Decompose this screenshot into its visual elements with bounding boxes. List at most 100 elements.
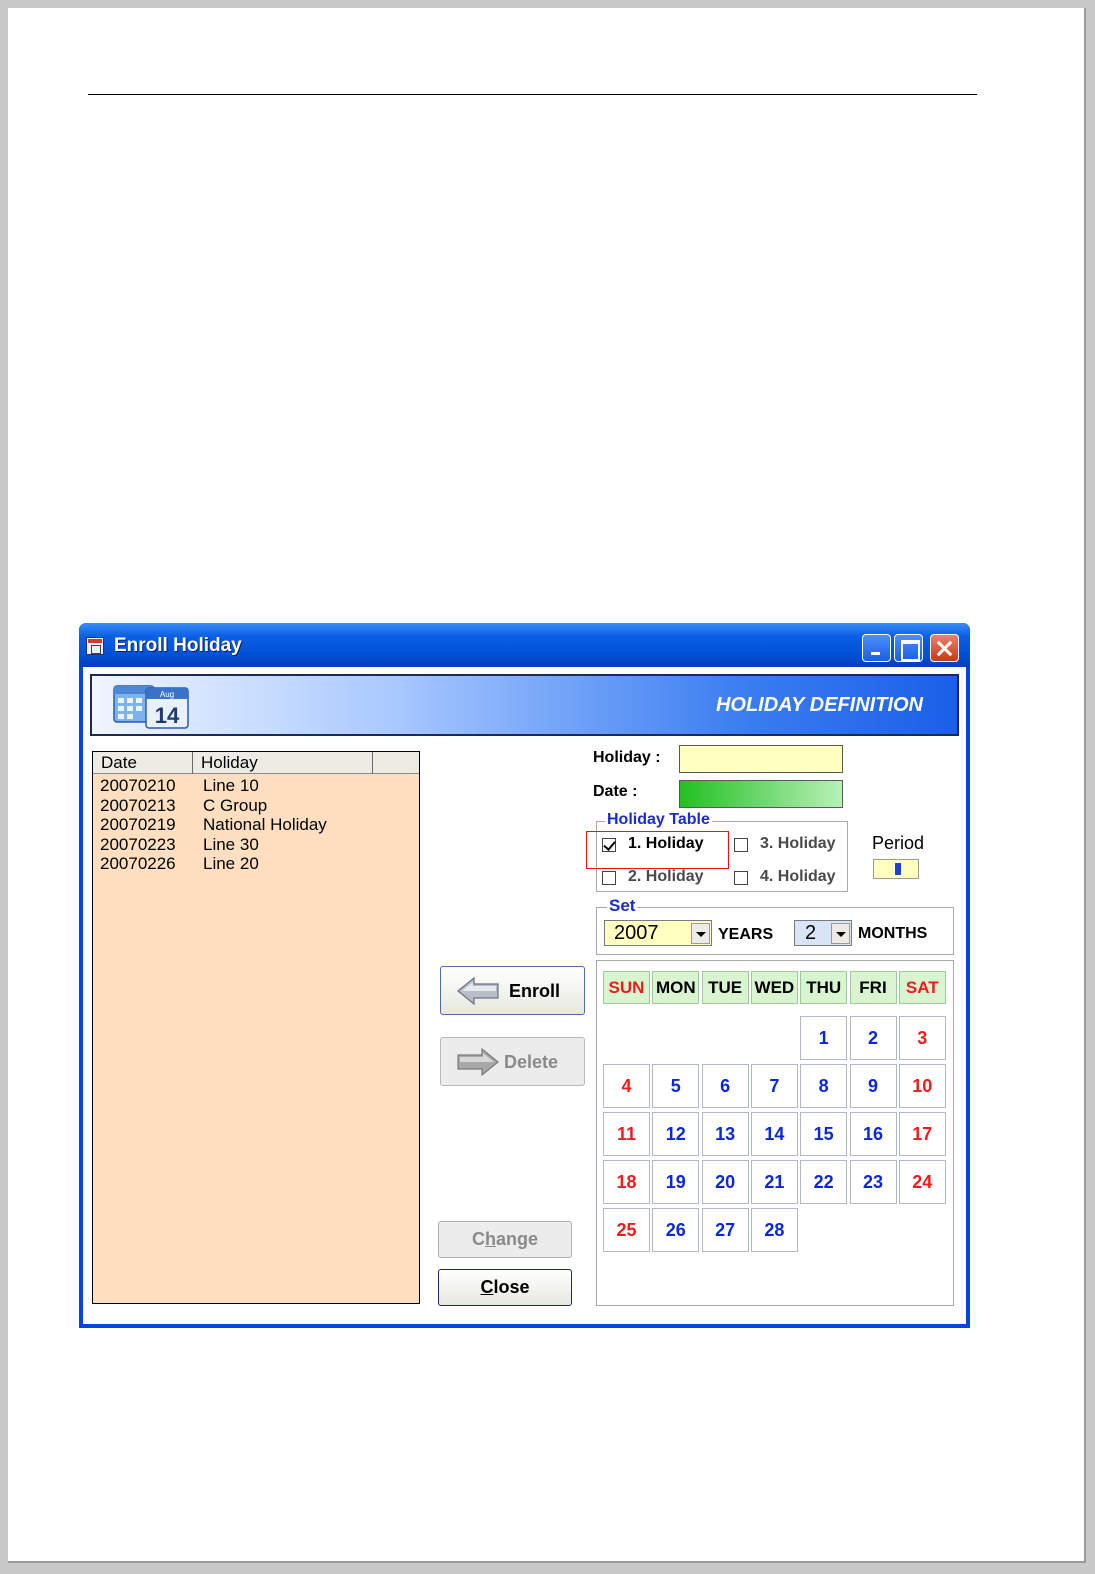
svg-text:Aug: Aug	[160, 690, 174, 699]
holiday-2-label: 2. Holiday	[628, 868, 704, 885]
list-item[interactable]: 20070213 C Group	[93, 796, 419, 816]
holiday-list[interactable]: Date Holiday 20070210 Line 10 20070213 C Gr…	[92, 751, 420, 1304]
calendar-day[interactable]: 15	[800, 1112, 848, 1156]
day-header-wed: WED	[750, 971, 798, 1004]
holiday-2-checkbox[interactable]	[602, 871, 616, 885]
calendar-day[interactable]: 25	[603, 1208, 650, 1252]
calendar-day[interactable]: 8	[800, 1064, 848, 1108]
maximize-button[interactable]	[894, 634, 923, 662]
list-item[interactable]: 20070223 Line 30	[93, 835, 419, 855]
month-dropdown-arrow-icon[interactable]	[831, 923, 850, 944]
svg-text:14: 14	[155, 703, 180, 728]
day-header-sat: SAT	[898, 971, 946, 1004]
calendar-day[interactable]: 26	[652, 1208, 700, 1252]
calendar-day[interactable]: 24	[898, 1160, 946, 1204]
calendar-day[interactable]: 16	[849, 1112, 897, 1156]
day-header-mon: MON	[652, 971, 700, 1004]
calendar-day[interactable]: 3	[898, 1016, 946, 1060]
calendar-day[interactable]: 11	[603, 1112, 650, 1156]
list-item-holiday: Line 30	[203, 834, 259, 854]
year-value: 2007	[614, 922, 659, 944]
page-header-rule	[88, 94, 977, 95]
delete-button-label: Delete	[504, 1052, 559, 1072]
calendar-day[interactable]: 22	[800, 1160, 848, 1204]
calendar-app-icon	[86, 637, 104, 655]
year-combobox[interactable]: 2007	[604, 920, 712, 946]
calendar-day[interactable]: 2	[849, 1016, 897, 1060]
calendar-day[interactable]: 12	[652, 1112, 700, 1156]
holiday-3-checkbox[interactable]	[734, 838, 748, 852]
calendar-day[interactable]: 6	[701, 1064, 749, 1108]
banner-title: HOLIDAY DEFINITION	[715, 694, 923, 716]
calendar-day[interactable]: 28	[750, 1208, 798, 1252]
delete-button[interactable]: Delete	[440, 1037, 585, 1086]
list-item-date: 20070213	[100, 795, 176, 815]
calendar-day[interactable]: 1	[800, 1016, 848, 1060]
calendar-day[interactable]: 23	[849, 1160, 897, 1204]
day-header-thu: THU	[800, 971, 848, 1004]
calendar-day[interactable]: 17	[898, 1112, 946, 1156]
column-header-holiday[interactable]: Holiday	[193, 752, 373, 774]
list-item-date: 20070226	[100, 854, 176, 874]
year-dropdown-arrow-icon[interactable]	[691, 923, 710, 944]
holiday-label: Holiday :	[593, 749, 661, 766]
period-cursor	[894, 862, 902, 876]
close-window-button[interactable]	[930, 634, 959, 662]
calendar-day[interactable]: 7	[750, 1064, 798, 1108]
years-label: YEARS	[718, 926, 774, 943]
enroll-button-label: Enroll	[509, 981, 561, 1001]
window-title: Enroll Holiday	[114, 635, 242, 656]
holiday-table-title: Holiday Table	[605, 811, 712, 829]
list-item-date: 20070223	[100, 834, 176, 854]
day-header-sun: SUN	[603, 971, 650, 1004]
calendar-icon: Aug 14	[113, 685, 189, 729]
calendar-grid: SUN MON TUE WED THU FRI SAT 1 2 3 4 5 6 7 8 9 10 11 12 13 14…	[596, 960, 954, 1306]
calendar-day[interactable]: 21	[750, 1160, 798, 1204]
holiday-4-label: 4. Holiday	[760, 868, 836, 885]
list-item[interactable]: 20070210 Line 10	[93, 776, 419, 796]
date-field[interactable]	[679, 780, 843, 808]
list-item-holiday: Line 10	[203, 776, 259, 795]
list-item-holiday: National Holiday	[203, 815, 327, 835]
list-header: Date Holiday	[93, 752, 419, 774]
minimize-button[interactable]	[862, 634, 891, 662]
day-header-fri: FRI	[849, 971, 897, 1004]
enroll-button[interactable]: Enroll	[440, 966, 585, 1015]
period-field[interactable]	[873, 859, 919, 879]
title-bar[interactable]: Enroll Holiday	[79, 623, 970, 667]
list-item-date: 20070210	[100, 776, 176, 795]
header-banner: Aug 14 HOLIDAY DEFINITION	[90, 674, 959, 736]
calendar-day[interactable]: 18	[603, 1160, 650, 1204]
change-button[interactable]: Change	[438, 1221, 572, 1258]
column-header-extra[interactable]	[373, 752, 419, 774]
calendar-day[interactable]: 14	[750, 1112, 798, 1156]
calendar-day[interactable]: 4	[603, 1064, 650, 1108]
list-item-holiday: C Group	[203, 795, 268, 815]
column-header-date[interactable]: Date	[93, 752, 193, 774]
list-item[interactable]: 20070226 Line 20	[93, 854, 419, 874]
months-label: MONTHS	[858, 925, 928, 942]
holiday-4-checkbox[interactable]	[734, 871, 748, 885]
right-arrow-icon	[457, 1047, 499, 1077]
calendar-day[interactable]: 9	[849, 1064, 897, 1108]
close-button[interactable]: Close	[438, 1269, 572, 1306]
month-combobox[interactable]: 2	[794, 920, 852, 946]
calendar-day[interactable]: 27	[701, 1208, 749, 1252]
list-item-date: 20070219	[100, 815, 176, 835]
list-item[interactable]: 20070219 National Holiday	[93, 815, 419, 835]
set-title: Set	[607, 896, 638, 916]
window-client-area: Aug 14 HOLIDAY DEFINITION Date Holiday 2…	[83, 667, 966, 1324]
holiday-name-field[interactable]	[679, 745, 843, 773]
date-label: Date :	[593, 783, 638, 800]
list-body: 20070210 Line 10 20070213 C Group 20070219 Na…	[93, 776, 419, 874]
month-value: 2	[805, 922, 817, 944]
calendar-day[interactable]: 19	[652, 1160, 700, 1204]
calendar-day[interactable]: 20	[701, 1160, 749, 1204]
calendar-day[interactable]: 10	[898, 1064, 946, 1108]
period-label: Period	[872, 833, 925, 853]
left-arrow-icon	[457, 976, 499, 1006]
day-header-tue: TUE	[701, 971, 749, 1004]
calendar-day[interactable]: 13	[701, 1112, 749, 1156]
highlight-annotation-box	[586, 831, 729, 869]
calendar-day[interactable]: 5	[652, 1064, 700, 1108]
